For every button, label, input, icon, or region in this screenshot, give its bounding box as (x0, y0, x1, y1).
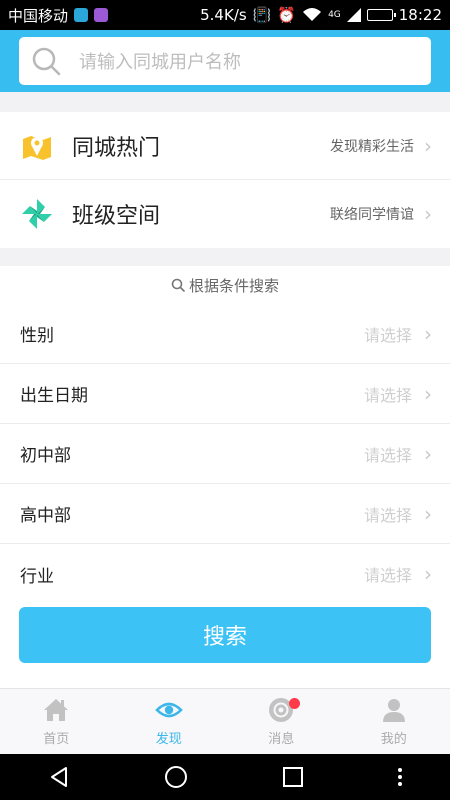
wifi-icon (303, 8, 322, 21)
chevron-right-icon: › (424, 381, 432, 406)
battery-icon (366, 9, 396, 21)
feature-item-nearby-hot[interactable]: 同城热门 发现精彩生活 › (0, 112, 450, 180)
tab-label: 消息 (268, 732, 295, 747)
tab-label: 我的 (380, 732, 407, 747)
filter-value: 请选择 (363, 566, 412, 585)
filter-row-senior-high[interactable]: 高中部 请选择 › (0, 484, 450, 544)
system-nav-bar (0, 754, 450, 800)
home-button-icon[interactable] (164, 765, 188, 789)
filter-label: 高中部 (20, 506, 71, 526)
search-button[interactable]: 搜索 (19, 607, 431, 663)
app-notification-icon (94, 8, 109, 22)
clock: 18:22 (398, 6, 442, 24)
signal-icon (346, 8, 361, 22)
search-header: 请输入同城用户名称 (0, 30, 450, 92)
filter-label: 行业 (20, 566, 54, 587)
map-pin-icon (23, 135, 51, 160)
chevron-right-icon: › (424, 562, 432, 586)
chevron-right-icon: › (424, 441, 432, 466)
filter-label: 出生日期 (20, 386, 88, 406)
feature-subtitle: 发现精彩生活 (330, 138, 414, 155)
filter-row-junior-high[interactable]: 初中部 请选择 › (0, 424, 450, 484)
feature-subtitle: 联络同学情谊 (330, 207, 414, 223)
chevron-right-icon: › (424, 501, 432, 526)
filter-value: 请选择 (363, 505, 412, 525)
person-icon (382, 699, 405, 722)
search-icon (32, 47, 61, 76)
back-icon[interactable] (47, 765, 71, 789)
feature-item-class-space[interactable]: 班级空间 联络同学情谊 › (0, 180, 450, 248)
search-input[interactable]: 请输入同城用户名称 (19, 37, 431, 85)
chevron-right-icon: › (424, 202, 432, 226)
filter-row-birthdate[interactable]: 出生日期 请选择 › (0, 364, 450, 424)
filter-value: 请选择 (363, 385, 412, 405)
search-icon (171, 278, 185, 292)
network-speed: 5.4K/s (200, 6, 247, 24)
tab-profile[interactable]: 我的 (338, 689, 450, 754)
pinwheel-icon (22, 199, 52, 229)
chevron-right-icon: › (424, 321, 432, 346)
status-bar: 中国移动 5.4K/s 📳 ⏰ 4G 18:22 (0, 0, 450, 30)
condition-search-label: 根据条件搜索 (188, 276, 279, 295)
tab-label: 首页 (43, 732, 70, 747)
tab-label: 发现 (155, 732, 182, 747)
carrier-name: 中国移动 (8, 6, 69, 25)
feature-title: 同城热门 (72, 135, 161, 161)
alarm-icon: ⏰ (277, 6, 297, 24)
filter-value: 请选择 (363, 445, 412, 465)
vibrate-icon: 📳 (252, 6, 272, 24)
filter-row-industry[interactable]: 行业 请选择 › (0, 544, 450, 604)
recent-apps-icon[interactable] (282, 766, 304, 788)
filter-row-gender[interactable]: 性别 请选择 › (0, 304, 450, 364)
feature-title: 班级空间 (72, 204, 161, 229)
tab-discover[interactable]: 发现 (113, 689, 226, 754)
app-notification-icon (74, 8, 89, 22)
tab-home[interactable]: 首页 (0, 689, 113, 754)
filter-value: 请选择 (363, 325, 412, 345)
feature-list: 同城热门 发现精彩生活 › 班级空间 联络同学情谊 › (0, 112, 450, 248)
home-icon (44, 699, 69, 721)
condition-search-heading: 根据条件搜索 (0, 266, 450, 304)
chevron-right-icon: › (424, 133, 432, 158)
filter-label: 性别 (20, 326, 54, 346)
unread-badge (289, 698, 300, 709)
eye-icon (154, 702, 183, 718)
network-type: 4G (328, 10, 341, 20)
tab-messages[interactable]: 消息 (225, 689, 338, 754)
menu-dots-icon[interactable] (397, 766, 403, 788)
bottom-tab-bar: 首页 发现 消息 我的 (0, 688, 450, 754)
search-placeholder: 请输入同城用户名称 (79, 52, 241, 73)
filter-label: 初中部 (20, 446, 71, 466)
